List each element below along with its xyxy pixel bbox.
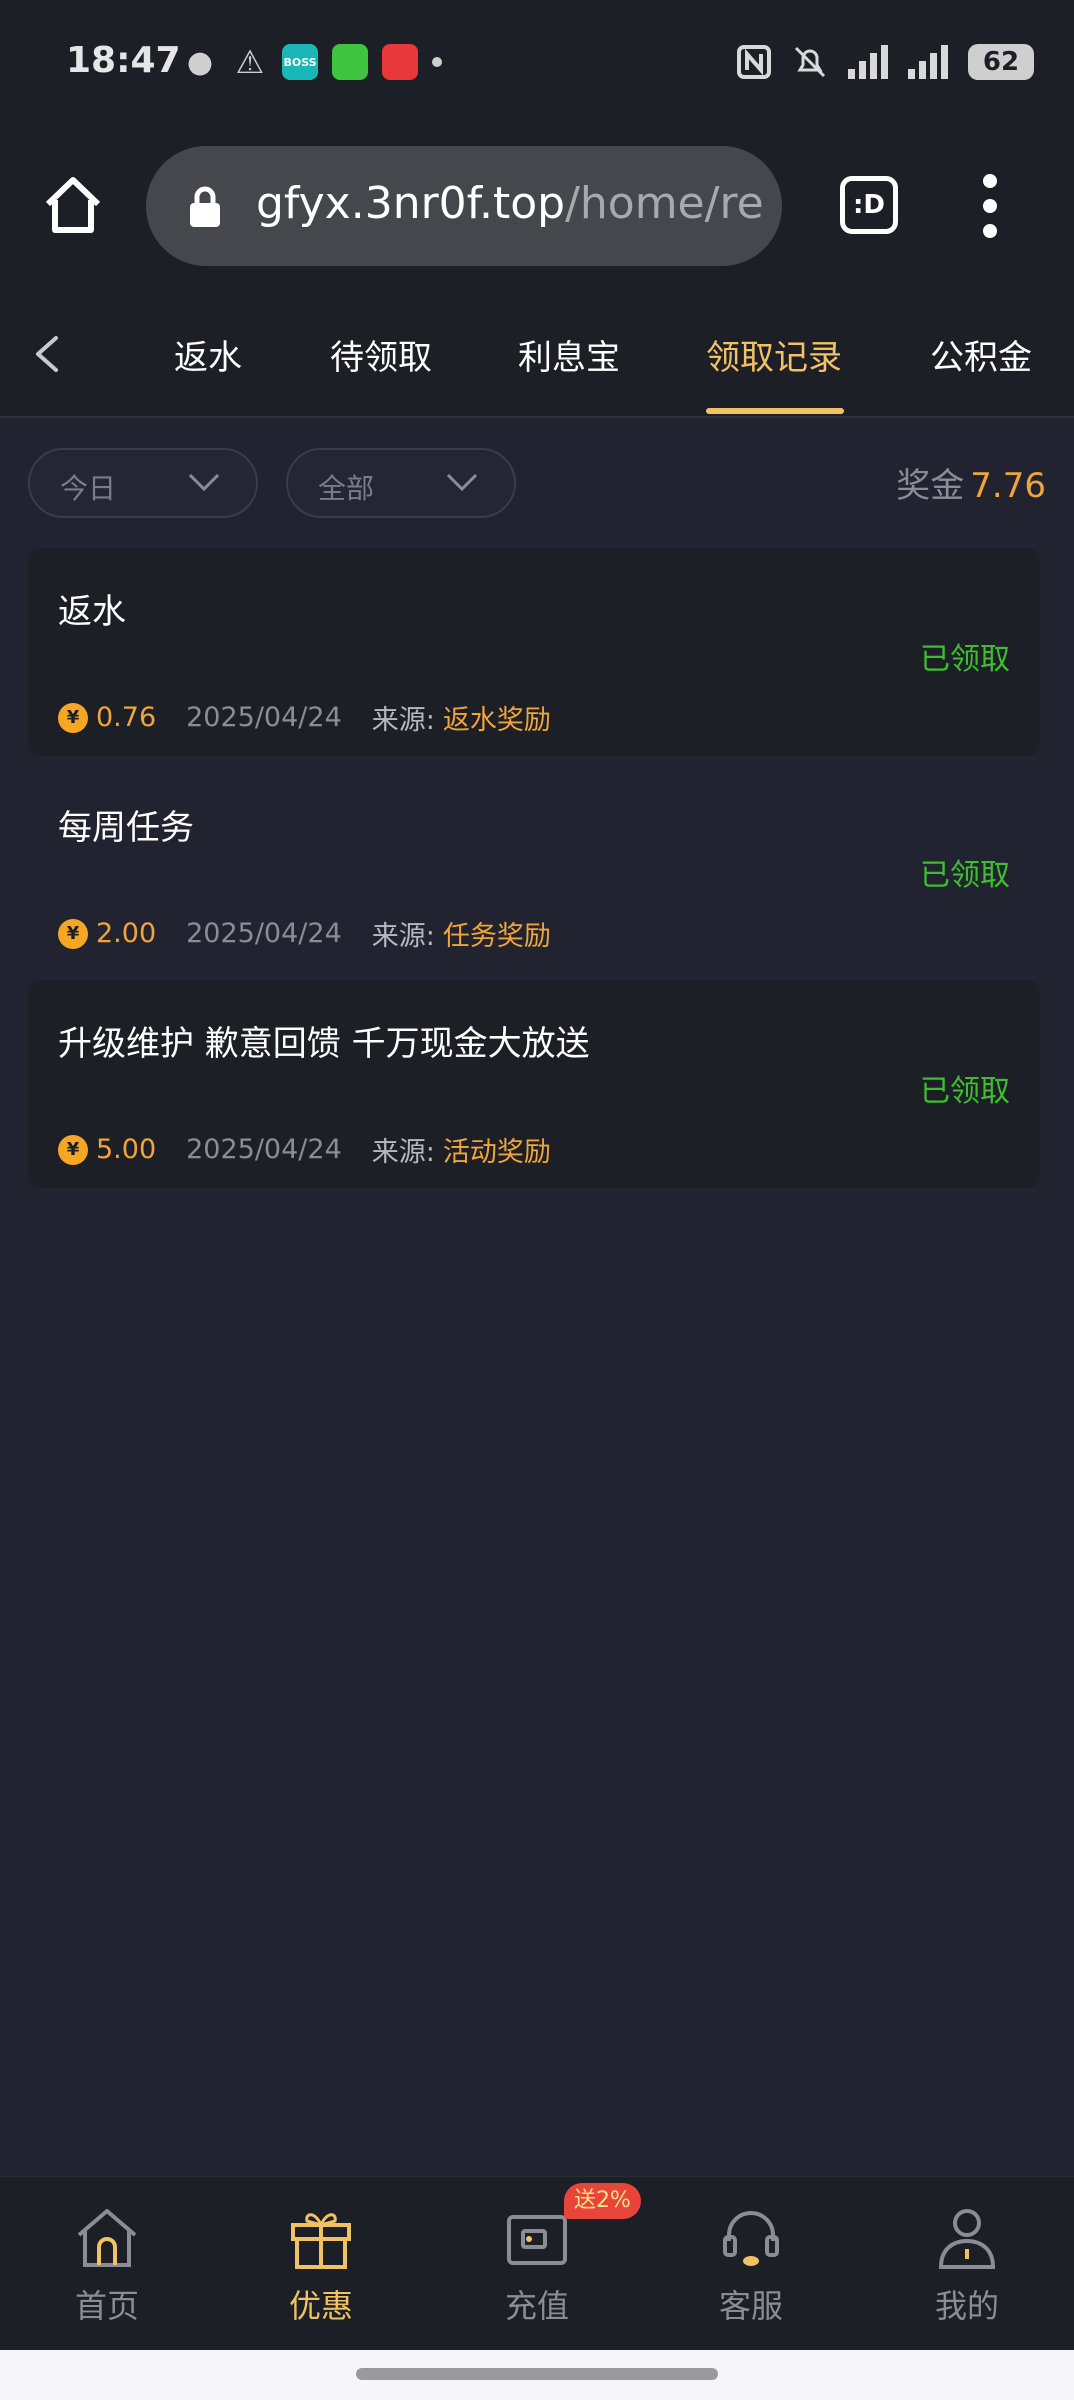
home-icon[interactable] [40, 172, 106, 238]
bonus-total: 奖金 7.76 [896, 458, 1046, 507]
chevron-down-icon [446, 473, 478, 492]
record-status: 已领取 [920, 858, 1010, 893]
status-bar: 18:47 ● ⚠ BOSS 62 [0, 0, 1074, 128]
active-tab-indicator [706, 408, 844, 414]
nav-customer-service-label: 客服 [718, 2287, 783, 2325]
url-path: /home/re [565, 178, 764, 229]
back-chevron-icon[interactable] [28, 332, 68, 376]
home-icon [77, 2209, 137, 2267]
record-meta: ¥ 5.00 2025/04/24 来源: 活动奖励 [58, 1130, 551, 1169]
lock-icon [190, 186, 220, 227]
user-icon [938, 2209, 996, 2269]
url-text: gfyx.3nr0f.top/home/re [256, 178, 764, 229]
boss-app-icon: BOSS [282, 44, 318, 80]
nav-home[interactable]: 首页 [0, 2177, 214, 2351]
tab-pending[interactable]: 待领取 [330, 330, 432, 379]
date-filter-value: 今日 [60, 472, 117, 505]
record-source-value: 返水奖励 [442, 705, 551, 736]
nav-home-label: 首页 [74, 2287, 139, 2325]
record-status: 已领取 [920, 642, 1010, 677]
home-indicator[interactable] [356, 2368, 718, 2380]
coin-icon: ¥ [58, 702, 88, 733]
messages-app-icon [332, 44, 368, 80]
record-source-label: 来源: [371, 1137, 435, 1168]
tab-provident-fund[interactable]: 公积金 [930, 330, 1032, 379]
record-card: 返水 已领取 ¥ 0.76 2025/04/24 来源: 返水奖励 [28, 548, 1040, 756]
record-title: 返水 [58, 592, 126, 632]
record-amount: 0.76 [96, 702, 157, 733]
url-host: gfyx.3nr0f.top [256, 178, 566, 229]
bonus-label: 奖金 [896, 466, 965, 506]
record-card: 每周任务 已领取 ¥ 2.00 2025/04/24 来源: 任务奖励 [28, 764, 1040, 972]
address-bar[interactable]: gfyx.3nr0f.top/home/re [146, 146, 782, 266]
recharge-bonus-badge: 送2% [564, 2183, 641, 2219]
wallet-icon [507, 2215, 567, 2265]
nav-customer-service[interactable]: 客服 [644, 2177, 858, 2351]
bottom-navigation: 首页 优惠 送2% 充值 客服 我的 [0, 2176, 1074, 2350]
notification-icons: ● ⚠ BOSS [182, 42, 442, 82]
record-source-value: 任务奖励 [442, 921, 551, 952]
browser-toolbar: gfyx.3nr0f.top/home/re :D [0, 128, 1074, 290]
type-filter-value: 全部 [318, 472, 375, 505]
record-amount: 2.00 [96, 918, 157, 949]
status-time: 18:47 [66, 40, 181, 81]
type-filter-dropdown[interactable]: 全部 [286, 448, 516, 518]
warning-icon: ⚠ [235, 43, 265, 81]
nav-recharge[interactable]: 送2% 充值 [430, 2177, 644, 2351]
wechat-icon: ● [186, 44, 214, 80]
nav-recharge-label: 充值 [504, 2287, 569, 2325]
red-app-icon [382, 44, 418, 80]
nav-promotions-label: 优惠 [288, 2287, 353, 2325]
headset-icon [723, 2211, 779, 2266]
record-date: 2025/04/24 [186, 918, 342, 949]
coin-icon: ¥ [58, 1134, 88, 1165]
record-source-value: 活动奖励 [442, 1137, 551, 1168]
tab-rebate[interactable]: 返水 [174, 330, 242, 379]
nfc-icon [737, 45, 771, 79]
record-amount: 5.00 [96, 1134, 157, 1165]
record-card: 升级维护 歉意回馈 千万现金大放送 已领取 ¥ 5.00 2025/04/24 … [28, 980, 1040, 1188]
mute-icon [794, 46, 826, 78]
date-filter-dropdown[interactable]: 今日 [28, 448, 258, 518]
reward-tabs: 返水 待领取 利息宝 领取记录 公积金 [0, 290, 1074, 418]
record-source-label: 来源: [371, 705, 435, 736]
record-date: 2025/04/24 [186, 702, 342, 733]
record-source-label: 来源: [371, 921, 435, 952]
record-title: 升级维护 歉意回馈 千万现金大放送 [58, 1024, 590, 1064]
bonus-value: 7.76 [970, 466, 1046, 506]
nav-promotions[interactable]: 优惠 [214, 2177, 428, 2351]
signal-5g-1 [848, 45, 888, 79]
tab-interest[interactable]: 利息宝 [518, 330, 620, 379]
record-title: 每周任务 [58, 808, 194, 848]
more-menu-icon[interactable] [980, 174, 1000, 238]
gift-icon [291, 2213, 351, 2269]
nav-profile[interactable]: 我的 [860, 2177, 1074, 2351]
battery-icon: 62 [968, 44, 1034, 80]
coin-icon: ¥ [58, 918, 88, 949]
tab-claim-records[interactable]: 领取记录 [706, 330, 842, 379]
record-date: 2025/04/24 [186, 1134, 342, 1165]
record-meta: ¥ 2.00 2025/04/24 来源: 任务奖励 [58, 914, 551, 953]
gesture-bar [0, 2350, 1074, 2400]
notification-dot [432, 57, 442, 67]
record-status: 已领取 [920, 1074, 1010, 1109]
tab-switcher-button[interactable]: :D [840, 176, 898, 234]
signal-5g-2 [908, 45, 948, 79]
chevron-down-icon [188, 473, 220, 492]
record-meta: ¥ 0.76 2025/04/24 来源: 返水奖励 [58, 698, 551, 737]
system-icons: 62 [736, 40, 1034, 84]
nav-profile-label: 我的 [934, 2287, 999, 2325]
